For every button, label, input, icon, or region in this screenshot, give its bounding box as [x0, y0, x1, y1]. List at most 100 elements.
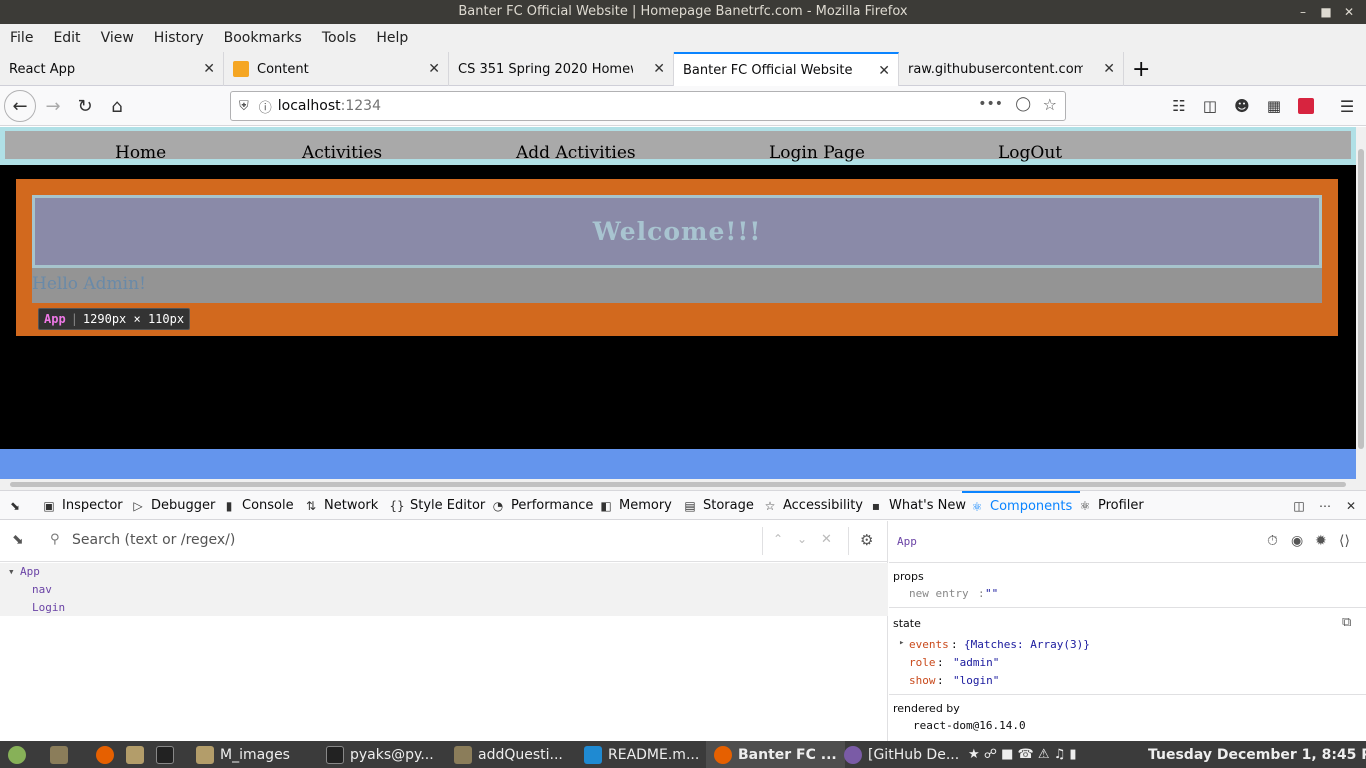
element-picker-icon[interactable]: ⬊: [8, 491, 28, 520]
menu-help[interactable]: Help: [366, 30, 418, 46]
terminal-icon[interactable]: [156, 741, 180, 768]
pocket-icon[interactable]: ◯: [1015, 96, 1031, 112]
sidebar-icon[interactable]: ◫: [1196, 92, 1224, 120]
copy-icon[interactable]: ⧉: [1342, 615, 1351, 630]
bookmark-star-icon[interactable]: ☆: [1043, 95, 1057, 114]
dock-side-icon[interactable]: ◫: [1292, 491, 1312, 520]
tree-item-login[interactable]: Login: [32, 601, 65, 614]
tab-whats-new[interactable]: ▪ What's New: [869, 491, 966, 520]
state-value[interactable]: {Matches: Array(3)}: [964, 638, 1090, 651]
clock[interactable]: Tuesday December 1, 8:45 PM: [1148, 741, 1366, 768]
react-devtools-icon[interactable]: [1292, 92, 1320, 120]
settings-gear-icon[interactable]: ⚙: [860, 531, 873, 549]
tab-raw-github[interactable]: raw.githubusercontent.com/CS ✕: [899, 52, 1124, 86]
tab-accessibility[interactable]: ☆ Accessibility: [763, 491, 863, 520]
taskbar-item-github[interactable]: [GitHub De...: [844, 741, 959, 768]
taskbar-item-banter-fc[interactable]: Banter FC ...: [706, 741, 845, 768]
close-tab-icon[interactable]: ✕: [1103, 61, 1115, 77]
library-icon[interactable]: ☷: [1165, 92, 1193, 120]
url-bar[interactable]: ⛨ ⓘ localhost:1234 ••• ◯ ☆: [230, 91, 1066, 121]
folder-icon[interactable]: [126, 741, 150, 768]
tab-performance[interactable]: ◔ Performance: [491, 491, 594, 520]
home-icon[interactable]: ⌂: [103, 92, 131, 120]
tree-item-nav[interactable]: nav: [32, 583, 52, 596]
bug-icon[interactable]: ✹: [1315, 533, 1327, 549]
close-tab-icon[interactable]: ✕: [653, 61, 665, 77]
tab-react-app[interactable]: React App ✕: [0, 52, 224, 86]
menu-history[interactable]: History: [144, 30, 214, 46]
tray-icons[interactable]: ★ ☍ ■ ☎ ⚠ ♫ ▮: [968, 741, 1077, 768]
reload-icon[interactable]: ↻: [71, 92, 99, 120]
extensions-icon[interactable]: ▦: [1260, 92, 1288, 120]
tab-cs351[interactable]: CS 351 Spring 2020 Homework ✕: [449, 52, 674, 86]
scrollbar-thumb[interactable]: [1358, 149, 1364, 449]
forward-icon[interactable]: →: [39, 92, 67, 120]
tab-console[interactable]: ▮ Console: [222, 491, 294, 520]
close-tab-icon[interactable]: ✕: [878, 63, 890, 79]
eye-icon[interactable]: ◉: [1291, 533, 1303, 549]
expand-arrow-icon[interactable]: ▾: [8, 565, 15, 578]
menu-view[interactable]: View: [91, 30, 144, 46]
tab-components[interactable]: ⚛ Components: [962, 491, 1081, 520]
new-tab-icon[interactable]: +: [1126, 52, 1156, 86]
mint-menu-icon[interactable]: [8, 741, 32, 768]
expand-arrow-icon[interactable]: ▸: [899, 638, 904, 648]
tab-inspector[interactable]: ▣ Inspector: [42, 491, 122, 520]
view-source-icon[interactable]: ⟨⟩: [1339, 533, 1350, 549]
menu-edit[interactable]: Edit: [43, 30, 90, 46]
tab-network[interactable]: ⇅ Network: [304, 491, 378, 520]
page-actions-icon[interactable]: •••: [978, 96, 1003, 112]
tab-content[interactable]: Content ✕: [224, 52, 449, 86]
tab-storage[interactable]: ▤ Storage: [683, 491, 754, 520]
nav-add-activities-link[interactable]: Add Activities: [516, 143, 636, 163]
tree-item-app[interactable]: App: [20, 565, 40, 578]
horizontal-scrollbar[interactable]: [0, 479, 1366, 490]
state-value[interactable]: "login": [953, 674, 999, 687]
taskbar-item-readme[interactable]: README.m...: [584, 741, 699, 768]
component-details-pane: App ⏱ ◉ ✹ ⟨⟩ props new entry : "" state …: [889, 521, 1366, 741]
maximize-icon[interactable]: ■: [1315, 0, 1337, 24]
scrollbar-thumb[interactable]: [10, 482, 1346, 487]
hamburger-menu-icon[interactable]: ☰: [1333, 92, 1361, 120]
files-icon[interactable]: [50, 741, 74, 768]
taskbar-item-m-images[interactable]: M_images: [196, 741, 290, 768]
menu-file[interactable]: File: [0, 30, 43, 46]
close-window-icon[interactable]: ✕: [1338, 0, 1360, 24]
firefox-icon[interactable]: [96, 741, 120, 768]
clear-search-icon[interactable]: ✕: [821, 532, 832, 547]
taskbar-item-addquestion[interactable]: addQuesti...: [454, 741, 563, 768]
stopwatch-icon[interactable]: ⏱: [1267, 533, 1278, 549]
nav-logout-link[interactable]: LogOut: [998, 143, 1062, 163]
tab-style-editor[interactable]: {} Style Editor: [389, 491, 485, 520]
close-tab-icon[interactable]: ✕: [203, 61, 215, 77]
chevron-down-icon[interactable]: ⌄: [797, 532, 807, 546]
shield-icon[interactable]: ⛨: [239, 99, 249, 114]
select-element-icon[interactable]: ⬊: [12, 532, 24, 548]
nav-login-page-link[interactable]: Login Page: [769, 143, 865, 163]
menu-tools[interactable]: Tools: [312, 30, 367, 46]
tab-memory[interactable]: ◧ Memory: [599, 491, 672, 520]
tab-banter-fc[interactable]: Banter FC Official Website | Ho ✕: [674, 52, 899, 87]
prop-value[interactable]: "": [985, 587, 998, 600]
account-icon[interactable]: ☻: [1228, 92, 1256, 120]
close-tab-icon[interactable]: ✕: [428, 61, 440, 77]
info-icon[interactable]: ⓘ: [259, 97, 272, 116]
menu-bookmarks[interactable]: Bookmarks: [214, 30, 312, 46]
state-colon: :: [951, 638, 958, 651]
nav-activities-link[interactable]: Activities: [302, 143, 382, 163]
tooltip-component-name: App: [44, 312, 66, 326]
url-text[interactable]: localhost:1234: [278, 98, 381, 114]
search-input[interactable]: Search (text or /regex/): [72, 532, 235, 548]
vertical-scrollbar[interactable]: [1356, 127, 1366, 479]
nav-home-link[interactable]: Home: [115, 143, 166, 163]
tab-debugger[interactable]: ▷ Debugger: [131, 491, 215, 520]
close-devtools-icon[interactable]: ✕: [1344, 491, 1364, 520]
tooltip-size: 1290px × 110px: [82, 312, 185, 326]
tab-profiler[interactable]: ⚛ Profiler: [1078, 491, 1144, 520]
devtools-menu-icon[interactable]: ⋯: [1318, 491, 1338, 520]
state-value[interactable]: "admin": [953, 656, 999, 669]
back-icon[interactable]: ←: [4, 90, 36, 122]
taskbar-item-terminal[interactable]: pyaks@py...: [326, 741, 434, 768]
chevron-up-icon[interactable]: ⌃: [773, 532, 783, 546]
minimize-icon[interactable]: –: [1292, 0, 1314, 24]
